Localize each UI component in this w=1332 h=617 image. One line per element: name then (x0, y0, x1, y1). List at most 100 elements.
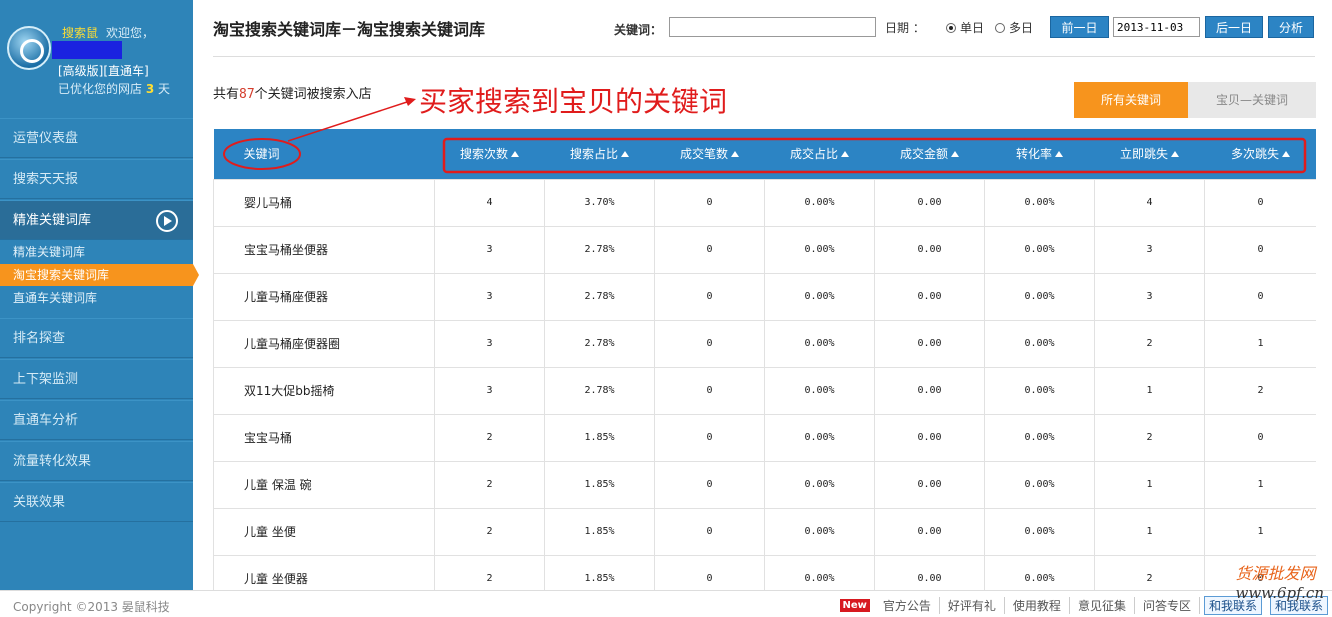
watermark-url: www.6pf.cn (1235, 584, 1325, 602)
sidebar-item-rank[interactable]: 排名探查 (0, 318, 193, 358)
radio-multi-day[interactable]: 多日 (995, 19, 1033, 36)
tab-item-keywords[interactable]: 宝贝—关键词 (1188, 82, 1316, 118)
metric-cell: 3 (1094, 272, 1205, 321)
metric-cell: 0.00% (984, 366, 1095, 415)
metric-cell: 0.00% (764, 460, 875, 509)
metric-cell: 0.00 (874, 178, 985, 227)
sidebar-item-dashboard[interactable]: 运营仪表盘 (0, 118, 193, 158)
sidebar-item-daily-report[interactable]: 搜索天天报 (0, 159, 193, 199)
metric-cell: 0.00% (764, 272, 875, 321)
column-header-sortable[interactable]: 搜索占比 (545, 129, 655, 179)
metric-cell: 0.00% (984, 272, 1095, 321)
summary-prefix: 共有 (213, 87, 240, 102)
metric-cell: 0.00% (984, 507, 1095, 556)
metric-cell: 0.00% (764, 225, 875, 274)
sidebar-item-relation[interactable]: 关联效果 (0, 482, 193, 522)
footer-link-review[interactable]: 好评有礼 (940, 597, 1005, 614)
metric-cell: 1 (1204, 460, 1316, 509)
metric-cell: 3.70% (544, 178, 655, 227)
radio-unchecked-icon (995, 22, 1005, 33)
analyze-button[interactable]: 分析 (1268, 16, 1314, 38)
metric-cell: 0.00% (984, 554, 1095, 590)
version-badge: [高级版][直通车] (58, 64, 149, 78)
keyword-cell: 宝宝马桶 (213, 413, 435, 462)
metric-cell: 3 (434, 225, 545, 274)
summary-count: 87 (239, 87, 255, 102)
sidebar-item-ztc-analysis[interactable]: 直通车分析 (0, 400, 193, 440)
keyword-table: 关键词 搜索次数 搜索占比 成交笔数 成交占比 成交金额 转化率 立即跳失 多次跳失 婴儿马桶 4… (213, 129, 1316, 590)
table-row: 儿童 保温 碗 2 1.85% 0 0.00% 0.00 0.00% 1 1 (213, 460, 1316, 509)
metric-cell: 2 (434, 413, 545, 462)
metric-cell: 0.00% (984, 319, 1095, 368)
footer-link-tutorial[interactable]: 使用教程 (1005, 597, 1070, 614)
next-day-button[interactable]: 后一日 (1205, 16, 1263, 38)
sidebar: 搜索鼠 欢迎您， [高级版][直通车] 已优化您的网店 3 天 运营仪表盘 搜索… (0, 0, 199, 590)
summary-suffix: 个关键词被搜索入店 (254, 87, 372, 102)
metric-cell: 0.00% (764, 366, 875, 415)
tab-all-keywords[interactable]: 所有关键词 (1074, 82, 1188, 118)
column-header-sortable[interactable]: 多次跳失 (1205, 129, 1317, 179)
metric-cell: 2 (1094, 413, 1205, 462)
column-header-label: 搜索次数 (459, 147, 508, 162)
column-header-sortable[interactable]: 搜索次数 (435, 129, 545, 179)
sidebar-item-label: 精准关键词库 (13, 213, 92, 228)
sidebar-item-precise-keywords[interactable]: 精准关键词库 (0, 200, 193, 240)
metric-cell: 1 (1204, 319, 1316, 368)
footer-link-announcement[interactable]: 官方公告 (875, 597, 940, 614)
sidebar-subitem-ztc[interactable]: 直通车关键词库 (0, 287, 193, 309)
sort-up-icon (1055, 151, 1063, 158)
metric-cell: 2.78% (544, 366, 655, 415)
metric-cell: 0.00% (764, 507, 875, 556)
sort-up-icon (1171, 151, 1179, 158)
metric-cell: 0.00 (874, 507, 985, 556)
column-header-label: 多次跳失 (1230, 147, 1279, 162)
metric-cell: 4 (1094, 178, 1205, 227)
sidebar-item-traffic[interactable]: 流量转化效果 (0, 441, 193, 481)
radio-single-label: 单日 (960, 21, 985, 35)
metric-cell: 0.00% (764, 178, 875, 227)
column-header-label: 立即跳失 (1119, 147, 1168, 162)
metric-cell: 2 (1094, 319, 1205, 368)
table-row: 儿童马桶座便器 3 2.78% 0 0.00% 0.00 0.00% 3 0 (213, 272, 1316, 321)
welcome-text: 欢迎您， (106, 26, 155, 40)
keyword-cell: 儿童 保温 碗 (213, 460, 435, 509)
sidebar-subitem-taobao-search[interactable]: 淘宝搜索关键词库 (0, 264, 199, 286)
metric-cell: 2.78% (544, 272, 655, 321)
column-header-sortable[interactable]: 成交笔数 (655, 129, 765, 179)
table-row: 儿童 坐便器 2 1.85% 0 0.00% 0.00 0.00% 2 0 (213, 554, 1316, 590)
column-header-sortable[interactable]: 转化率 (985, 129, 1095, 179)
user-name[interactable]: 搜索鼠 (62, 24, 98, 41)
prev-day-button[interactable]: 前一日 (1050, 16, 1109, 38)
table-header: 关键词 搜索次数 搜索占比 成交笔数 成交占比 成交金额 转化率 立即跳失 多次跳失 (213, 129, 1317, 179)
column-header-sortable[interactable]: 成交占比 (765, 129, 875, 179)
footer-link-qa[interactable]: 问答专区 (1135, 597, 1200, 614)
column-header-label: 搜索占比 (569, 147, 618, 162)
footer-link-feedback[interactable]: 意见征集 (1070, 597, 1135, 614)
profile-panel: 搜索鼠 欢迎您， [高级版][直通车] 已优化您的网店 3 天 (0, 0, 193, 108)
date-input[interactable] (1113, 17, 1200, 37)
sidebar-subitem-precise[interactable]: 精准关键词库 (0, 241, 193, 263)
metric-cell: 3 (434, 272, 545, 321)
metric-cell: 0.00% (984, 178, 1095, 227)
metric-cell: 1.85% (544, 460, 655, 509)
avatar (7, 26, 51, 70)
metric-cell: 1 (1204, 507, 1316, 556)
metric-cell: 0.00 (874, 272, 985, 321)
metric-cell: 0.00% (984, 460, 1095, 509)
copyright: Copyright ©2013 晏鼠科技 (13, 600, 170, 614)
radio-checked-icon (946, 22, 956, 33)
metric-cell: 0.00 (874, 554, 985, 590)
column-header-label: 成交占比 (789, 147, 838, 162)
sidebar-item-listing-monitor[interactable]: 上下架监测 (0, 359, 193, 399)
watermark: 货源批发网 www.6pf.cn (1236, 560, 1325, 602)
metric-cell: 0 (1204, 225, 1316, 274)
arrow-right-icon (156, 210, 178, 232)
sort-up-icon (841, 151, 849, 158)
radio-single-day[interactable]: 单日 (946, 19, 984, 36)
column-header-sortable[interactable]: 成交金额 (875, 129, 985, 179)
keyword-input[interactable] (669, 17, 876, 37)
keyword-cell: 婴儿马桶 (213, 178, 435, 227)
metric-cell: 0 (654, 413, 765, 462)
optimized-prefix: 已优化您的网店 (58, 82, 143, 96)
column-header-sortable[interactable]: 立即跳失 (1095, 129, 1205, 179)
